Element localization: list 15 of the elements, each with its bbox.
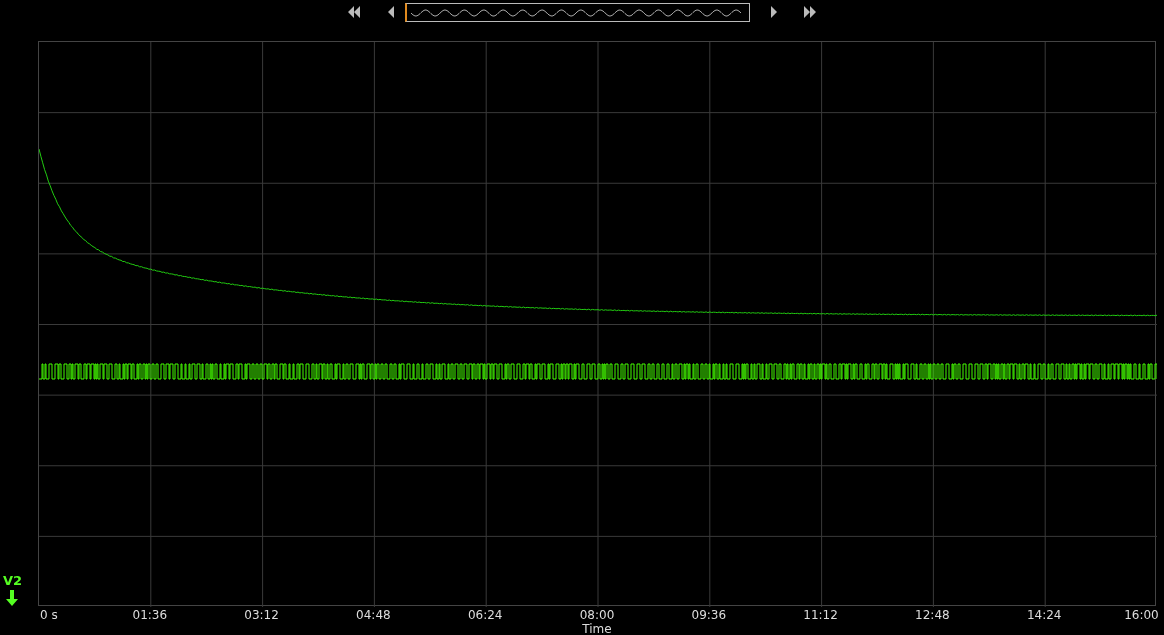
axis-tick-label: 04:48 — [356, 608, 391, 622]
axis-tick-label: 01:36 — [132, 608, 168, 622]
axis-tick-label: 06:24 — [467, 608, 503, 622]
axis-tick-label: 11:12 — [803, 608, 838, 622]
axis-tick-label: 12:48 — [915, 608, 950, 622]
axis-tick-label: 0 s — [40, 608, 58, 622]
axis-tick-label: 16:00 — [1124, 608, 1159, 622]
axis-tick-label: 08:00 — [579, 608, 615, 622]
axis-tick-label: 14:24 — [1026, 608, 1062, 622]
down-arrow-icon — [6, 590, 18, 606]
axis-tick-label: 03:12 — [244, 608, 279, 622]
axis-title: Time — [582, 623, 612, 635]
axis-tick-label: 09:36 — [691, 608, 727, 622]
overview-navigator[interactable] — [405, 3, 750, 22]
channel-label: V2 — [3, 574, 23, 588]
